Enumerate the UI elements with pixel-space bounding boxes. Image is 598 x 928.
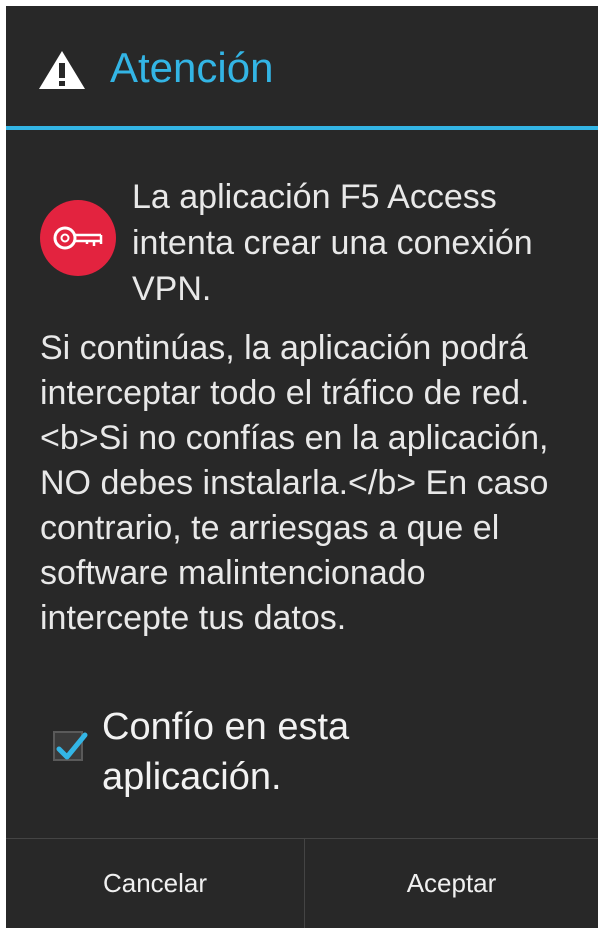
- dialog-title-bar: Atención: [6, 6, 598, 126]
- title-divider: [6, 126, 598, 130]
- vpn-warning-dialog: Atención La aplicación F5 Access intenta…: [6, 6, 598, 928]
- app-vpn-message: La aplicación F5 Access intenta crear un…: [132, 178, 533, 308]
- warning-triangle-icon: [38, 50, 86, 90]
- dialog-title: Atención: [110, 44, 274, 91]
- checkmark-icon: [56, 732, 88, 760]
- warning-body-text: Si continúas, la aplicación podrá interc…: [40, 329, 549, 637]
- cancel-button[interactable]: Cancelar: [6, 839, 304, 928]
- accept-button[interactable]: Aceptar: [305, 839, 598, 928]
- key-icon: [40, 200, 116, 276]
- trust-app-label[interactable]: Confío en esta aplicación.: [102, 702, 502, 802]
- trust-app-checkbox[interactable]: [53, 731, 88, 761]
